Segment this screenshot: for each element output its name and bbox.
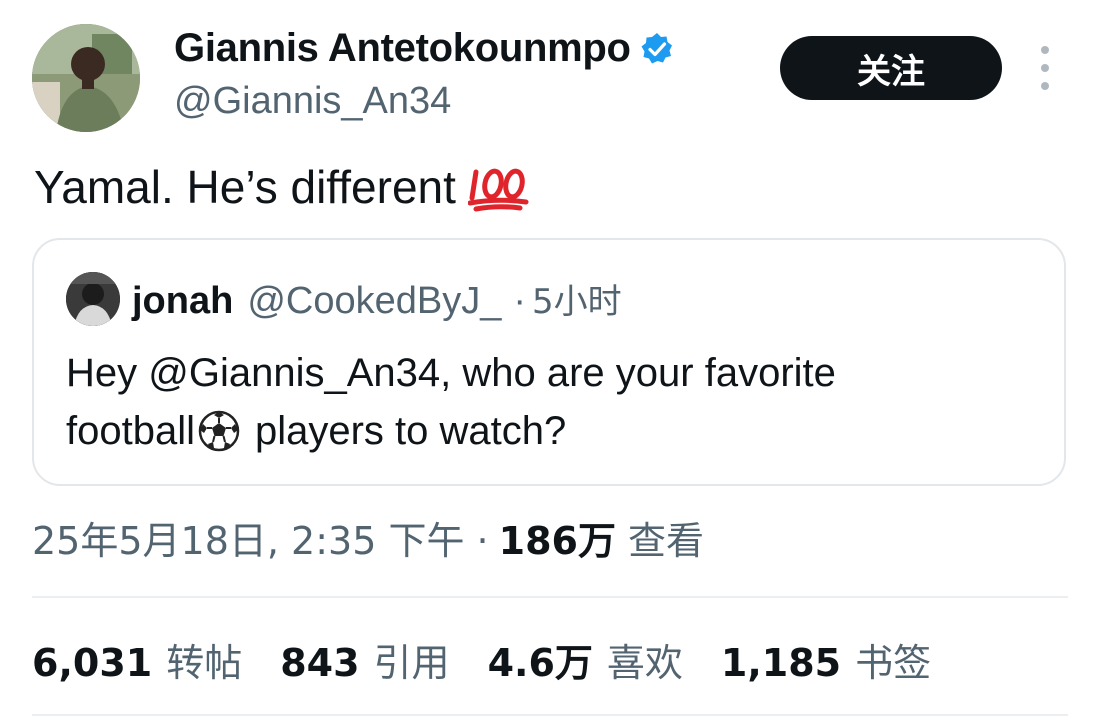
author-name-text[interactable]: Giannis Antetokounmpo <box>174 26 631 71</box>
quote-separator: · <box>513 280 527 322</box>
quote-time[interactable]: 5小时 <box>532 274 622 323</box>
views-label: 查看 <box>627 519 704 563</box>
views-count: 186万 <box>498 519 616 563</box>
quote-text: Hey @Giannis_An34, who are your favorite… <box>66 344 1026 460</box>
stat-reposts[interactable]: 6,031 转帖 <box>32 632 242 687</box>
quote-text-line-1: Hey @Giannis_An34, who are your favorite <box>66 351 836 395</box>
stat-likes[interactable]: 4.6万 喜欢 <box>488 632 683 687</box>
stat-count: 843 <box>280 641 360 685</box>
quote-author-avatar[interactable] <box>66 272 120 326</box>
hundred-points-emoji-icon <box>467 162 532 212</box>
more-vertical-icon[interactable] <box>1030 46 1060 90</box>
quote-text-rest: players to watch? <box>254 409 567 453</box>
stat-count: 4.6万 <box>487 641 593 685</box>
tweet-text-content: Yamal. He’s different <box>34 161 456 213</box>
verified-badge-icon <box>639 31 675 67</box>
quoted-tweet-card[interactable]: jonah @CookedByJ_ · 5小时 Hey @Giannis_An3… <box>32 238 1066 486</box>
stat-count: 1,185 <box>720 641 842 685</box>
stat-label: 书签 <box>855 641 932 685</box>
stat-label: 引用 <box>373 641 450 685</box>
divider <box>32 596 1068 598</box>
engagement-stats: 6,031 转帖 843 引用 4.6万 喜欢 1,185 书签 <box>32 632 969 687</box>
tweet-text: Yamal. He’s different <box>34 160 532 214</box>
stat-quotes[interactable]: 843 引用 <box>280 632 449 687</box>
stat-bookmarks[interactable]: 1,185 书签 <box>721 632 931 687</box>
author-avatar[interactable] <box>32 24 140 132</box>
author-handle[interactable]: @Giannis_An34 <box>174 80 451 123</box>
stat-label: 转帖 <box>166 641 243 685</box>
quote-text-football: football <box>66 409 195 453</box>
quote-header: jonah @CookedByJ_ · 5小时 <box>132 274 622 323</box>
quote-author-name[interactable]: jonah <box>132 280 233 323</box>
quote-author-handle[interactable]: @CookedByJ_ <box>247 280 501 323</box>
quote-text-line-2: football players to watch? <box>66 402 1026 460</box>
tweet-timestamp[interactable]: 25年5月18日, 2:35 下午 · <box>32 510 489 565</box>
follow-button[interactable]: 关注 <box>780 36 1002 100</box>
author-name[interactable]: Giannis Antetokounmpo <box>174 26 675 71</box>
tweet-meta: 25年5月18日, 2:35 下午 · 186万 查看 <box>32 510 704 565</box>
divider <box>32 714 1068 716</box>
stat-count: 6,031 <box>32 641 153 685</box>
soccer-ball-icon <box>197 409 241 453</box>
stat-label: 喜欢 <box>606 641 683 685</box>
